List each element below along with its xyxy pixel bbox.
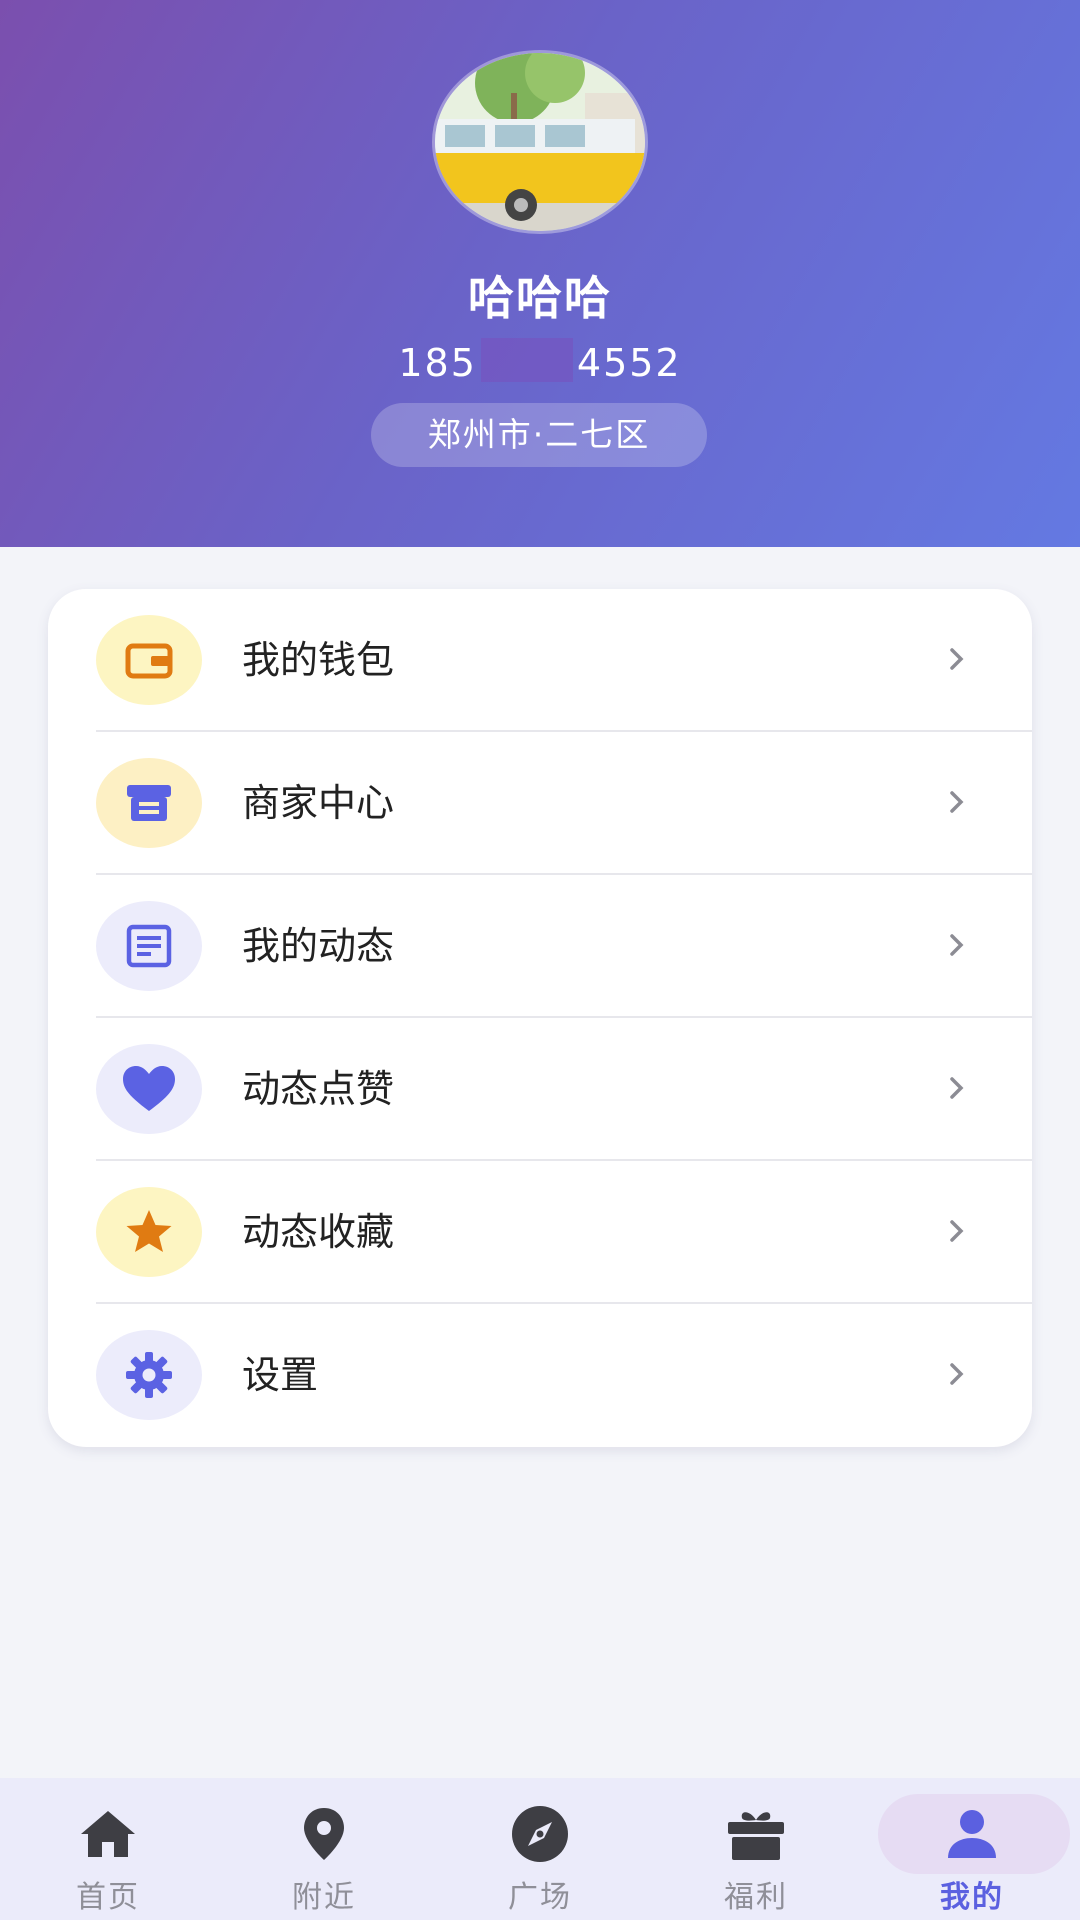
gift-icon <box>726 1804 786 1864</box>
location-badge[interactable]: 郑州市·二七区 <box>371 403 707 467</box>
store-icon <box>96 758 202 848</box>
nav-item-nearby[interactable]: 附近 <box>216 1778 432 1920</box>
gear-icon <box>96 1330 202 1420</box>
home-icon <box>78 1804 138 1864</box>
heart-icon <box>96 1044 202 1134</box>
chevron-right-icon <box>942 1073 972 1103</box>
nav-item-plaza[interactable]: 广场 <box>432 1778 648 1920</box>
menu-item-merchant-center[interactable]: 商家中心 <box>48 732 1032 875</box>
menu-item-label: 动态收藏 <box>242 1210 395 1254</box>
chevron-right-icon <box>942 1216 972 1246</box>
chevron-right-icon <box>942 1359 972 1389</box>
wallet-icon <box>96 615 202 705</box>
nav-label: 福利 <box>724 1880 788 1915</box>
bottom-nav: 首页 附近 广场 福利 我的 <box>0 1778 1080 1920</box>
chevron-right-icon <box>942 787 972 817</box>
nav-label: 首页 <box>76 1880 140 1915</box>
article-icon <box>96 901 202 991</box>
profile-screen: 哈哈哈 185 4552 郑州市·二七区 我的钱包 商家中心 我的动态 动态点赞… <box>0 0 1080 1920</box>
chevron-right-icon <box>942 930 972 960</box>
profile-header: 哈哈哈 185 4552 郑州市·二七区 <box>0 0 1080 547</box>
location-pin-icon <box>294 1804 354 1864</box>
menu-item-wallet[interactable]: 我的钱包 <box>48 589 1032 732</box>
nav-label: 附近 <box>292 1880 356 1915</box>
menu-item-settings[interactable]: 设置 <box>48 1304 1032 1447</box>
menu-item-label: 设置 <box>242 1353 319 1397</box>
star-icon <box>96 1187 202 1277</box>
phone-mask <box>480 338 573 382</box>
menu-item-label: 我的钱包 <box>242 638 395 682</box>
menu-item-label: 商家中心 <box>242 781 395 825</box>
nav-item-me[interactable]: 我的 <box>864 1778 1080 1920</box>
nav-label: 我的 <box>940 1880 1004 1915</box>
phone-suffix: 4552 <box>576 341 682 385</box>
phone-number: 185 4552 <box>0 338 1080 385</box>
compass-icon <box>510 1804 570 1864</box>
menu-item-label: 动态点赞 <box>242 1067 395 1111</box>
menu-item-post-likes[interactable]: 动态点赞 <box>48 1018 1032 1161</box>
menu-item-post-favorites[interactable]: 动态收藏 <box>48 1161 1032 1304</box>
person-icon <box>942 1804 1002 1864</box>
menu-item-my-posts[interactable]: 我的动态 <box>48 875 1032 1018</box>
menu-item-label: 我的动态 <box>242 924 395 968</box>
nav-item-benefits[interactable]: 福利 <box>648 1778 864 1920</box>
user-name: 哈哈哈 <box>468 271 612 325</box>
avatar-image <box>435 53 645 231</box>
nav-label: 广场 <box>508 1880 572 1915</box>
avatar[interactable] <box>432 50 648 234</box>
menu-card: 我的钱包 商家中心 我的动态 动态点赞 动态收藏 设置 <box>48 589 1032 1447</box>
chevron-right-icon <box>942 644 972 674</box>
phone-prefix: 185 <box>398 341 477 385</box>
nav-item-home[interactable]: 首页 <box>0 1778 216 1920</box>
